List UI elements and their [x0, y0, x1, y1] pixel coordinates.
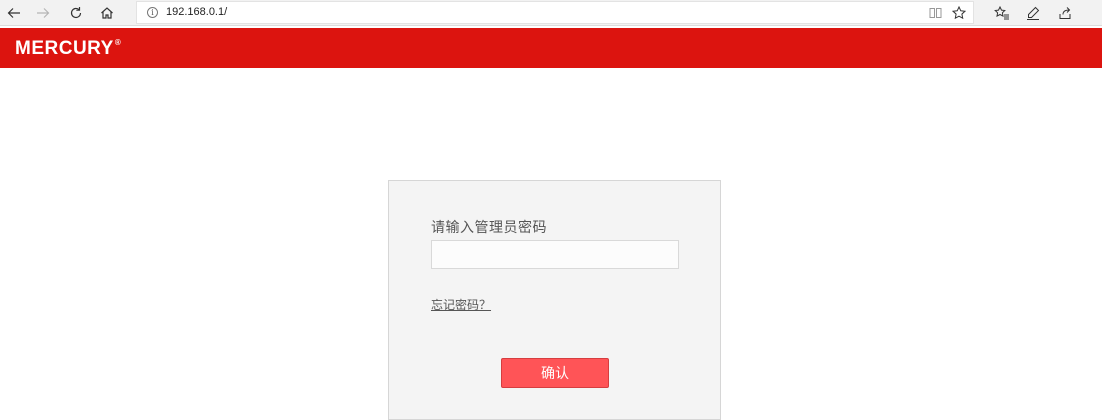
registered-mark: ® [114, 38, 122, 47]
share-icon [1059, 7, 1071, 19]
pen-icon [1027, 6, 1040, 20]
favorites-button[interactable] [989, 2, 1015, 24]
favorites-list-icon [994, 6, 1009, 20]
forgot-password-link[interactable]: 忘记密码？ [431, 296, 491, 313]
back-arrow-icon [7, 8, 20, 18]
back-button[interactable] [1, 2, 27, 24]
browser-toolbar: i 192.168.0.1/ [0, 0, 1102, 26]
address-bar[interactable]: i 192.168.0.1/ [136, 1, 974, 24]
notes-button[interactable] [1020, 2, 1046, 24]
brand-logo: MERCURY® [15, 38, 121, 60]
brand-header: MERCURY® [0, 28, 1102, 68]
brand-name: MERCURY [15, 38, 114, 59]
refresh-icon [70, 7, 82, 19]
refresh-button[interactable] [63, 2, 89, 24]
url-text[interactable]: 192.168.0.1/ [166, 6, 227, 18]
info-icon[interactable]: i [147, 7, 158, 18]
home-icon [101, 7, 113, 19]
share-button[interactable] [1052, 2, 1078, 24]
login-panel: 请输入管理员密码 忘记密码？ 确认 [388, 180, 721, 420]
confirm-button[interactable]: 确认 [501, 358, 609, 388]
reading-view-icon[interactable] [925, 4, 945, 22]
home-button[interactable] [94, 2, 120, 24]
star-icon[interactable] [949, 4, 969, 22]
password-label: 请输入管理员密码 [431, 220, 547, 236]
forward-arrow-icon [37, 8, 50, 18]
forward-button[interactable] [30, 2, 56, 24]
password-input[interactable] [431, 240, 679, 269]
